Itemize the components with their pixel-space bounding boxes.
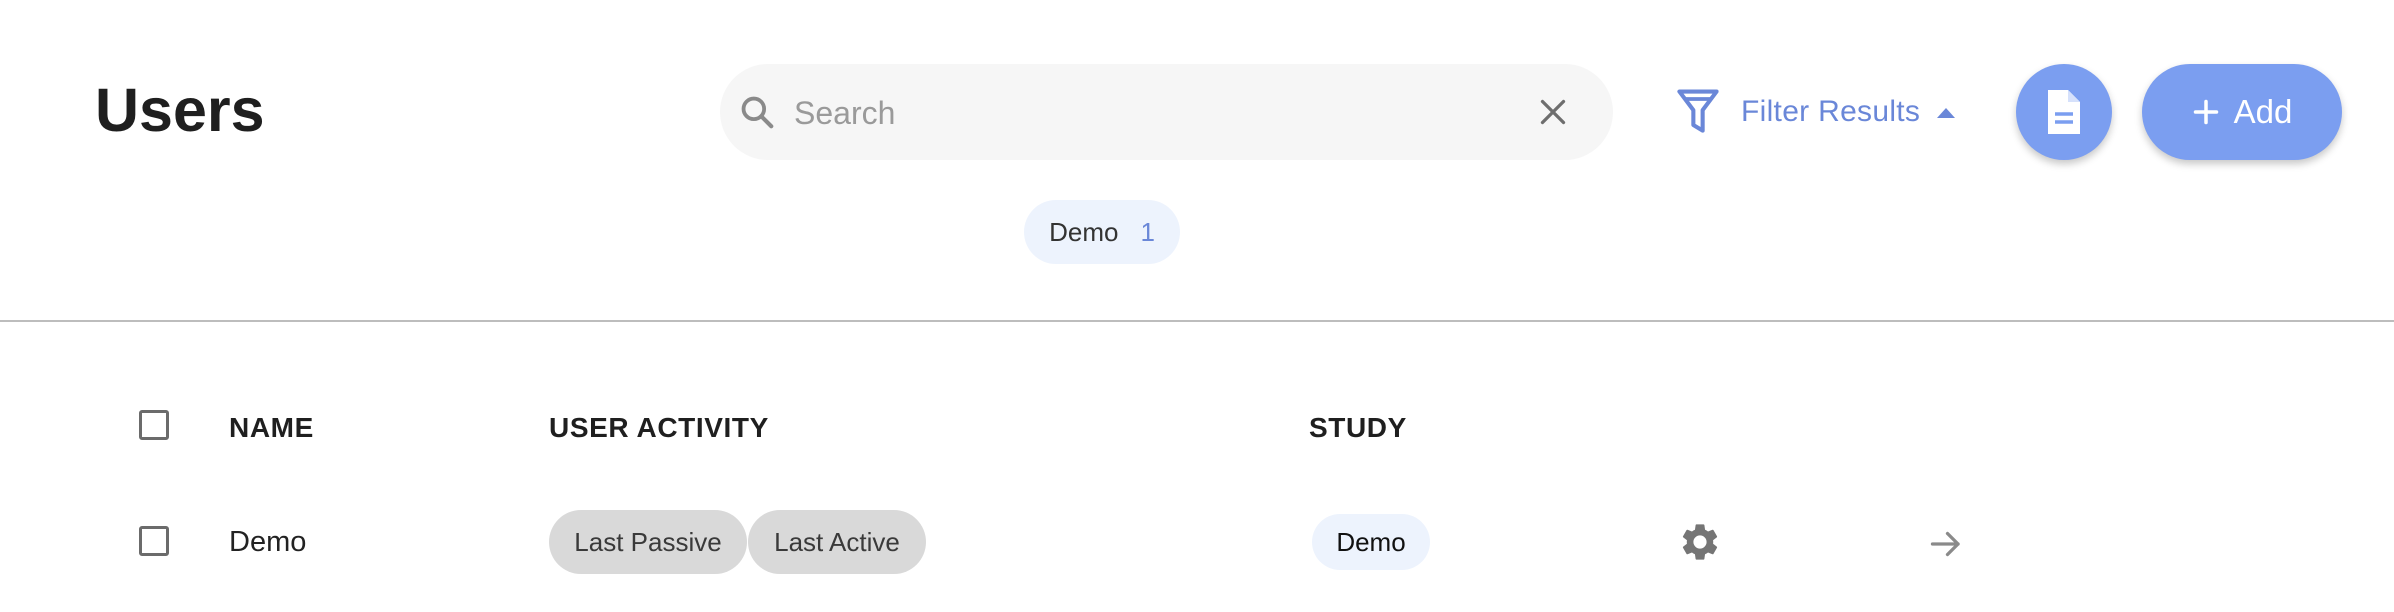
search-icon xyxy=(741,96,774,129)
add-button-label: Add xyxy=(2233,93,2293,130)
add-button[interactable]: Add xyxy=(2142,64,2342,160)
column-header-user-activity[interactable]: USER ACTIVITY xyxy=(549,410,769,446)
filter-results-label: Filter Results xyxy=(1741,95,1921,128)
export-document-button[interactable] xyxy=(2016,64,2112,160)
last-passive-chip[interactable]: Last Passive xyxy=(549,510,747,574)
users-page: Users Filter Results xyxy=(0,0,2394,612)
row-select-checkbox[interactable] xyxy=(139,526,169,556)
page-title: Users xyxy=(95,76,265,144)
active-filter-label: Demo xyxy=(1049,216,1119,247)
caret-up-icon xyxy=(1937,108,1956,118)
search-input[interactable] xyxy=(792,64,1516,162)
clear-icon[interactable] xyxy=(1535,94,1571,130)
arrow-right-icon[interactable] xyxy=(1928,526,1964,562)
last-active-chip[interactable]: Last Active xyxy=(748,510,926,574)
filter-results-button[interactable]: Filter Results xyxy=(1675,84,1958,140)
column-header-name[interactable]: NAME xyxy=(229,410,314,446)
filter-icon xyxy=(1677,89,1719,133)
search-bar xyxy=(720,64,1613,162)
plus-icon xyxy=(2193,99,2218,125)
header-divider xyxy=(0,320,2394,322)
active-filter-count: 1 xyxy=(1140,216,1155,247)
study-chip[interactable]: Demo xyxy=(1312,514,1430,570)
gear-icon[interactable] xyxy=(1678,520,1722,564)
user-name-cell: Demo xyxy=(229,526,307,558)
document-icon xyxy=(2048,90,2080,134)
active-filter-chip[interactable]: Demo 1 xyxy=(1024,200,1180,264)
select-all-checkbox[interactable] xyxy=(139,410,169,440)
column-header-study[interactable]: STUDY xyxy=(1309,410,1407,446)
